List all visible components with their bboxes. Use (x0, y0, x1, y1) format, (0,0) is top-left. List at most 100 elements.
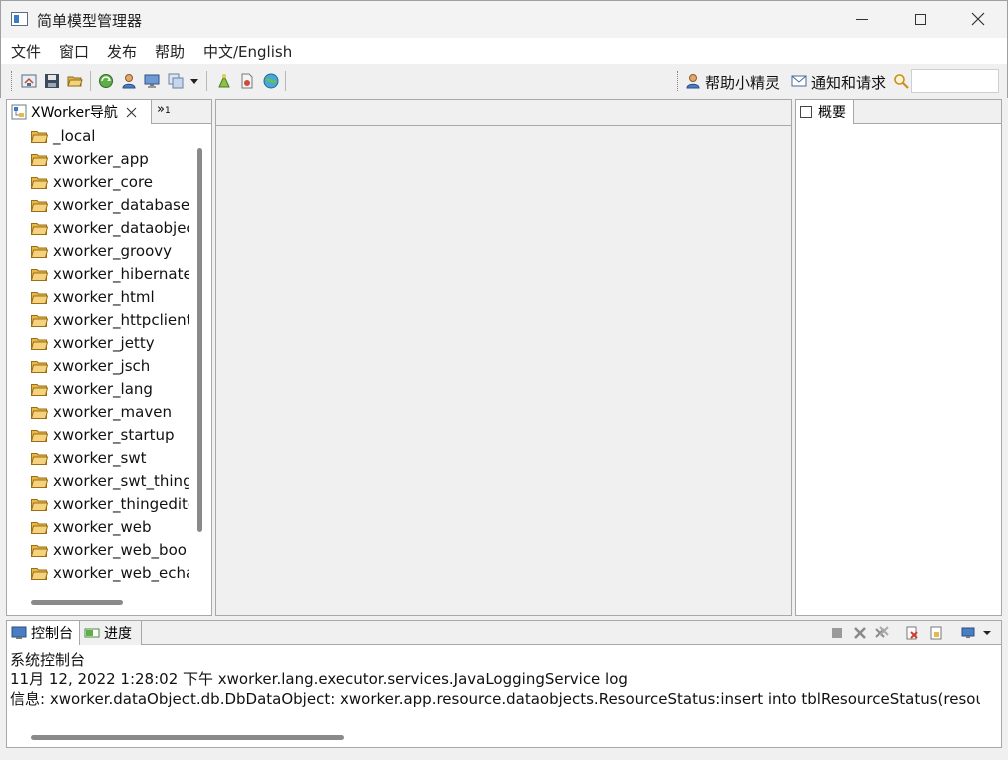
menu-language[interactable]: 中文/English (203, 41, 292, 62)
folder-icon (31, 223, 48, 235)
folder-icon (31, 568, 48, 580)
close-button[interactable] (949, 1, 1007, 37)
user-icon[interactable] (121, 73, 137, 89)
tree-item[interactable]: xworker_maven (7, 401, 189, 424)
document-icon[interactable] (239, 73, 255, 89)
search-input[interactable] (911, 69, 999, 93)
window-title: 简单模型管理器 (37, 12, 143, 30)
tree-item[interactable]: xworker_lang (7, 378, 189, 401)
close-tab-icon[interactable] (126, 107, 137, 118)
tree-item[interactable]: xworker_swt (7, 447, 189, 470)
toolbar-separator (206, 71, 207, 91)
menu-file[interactable]: 文件 (11, 41, 41, 62)
folder-icon (31, 177, 48, 189)
more-views-chevron: » (157, 102, 165, 117)
copy-icon[interactable] (168, 73, 184, 89)
scroll-lock-icon[interactable] (929, 626, 943, 640)
toolbar-grip[interactable] (677, 71, 679, 91)
editor-content[interactable] (216, 125, 791, 615)
folder-icon (31, 361, 48, 373)
refresh-icon[interactable] (98, 73, 114, 89)
tree-item[interactable]: xworker_web_boo (7, 539, 189, 562)
thing-icon[interactable] (216, 73, 232, 89)
tree-item-label: xworker_jsch (53, 357, 151, 375)
mail-icon[interactable] (791, 73, 807, 89)
tree-item[interactable]: xworker_web_echa (7, 562, 189, 585)
folder-icon (31, 315, 48, 327)
tree-item[interactable]: xworker_jetty (7, 332, 189, 355)
folder-icon (31, 499, 48, 511)
console-tab-strip: 控制台 进度 (7, 621, 1001, 645)
folder-icon (31, 292, 48, 304)
folder-icon (31, 476, 48, 488)
tree-item-label: xworker_startup (53, 426, 175, 444)
tree-item-label: xworker_lang (53, 380, 153, 398)
save-icon[interactable] (44, 73, 60, 89)
help-assistant-button[interactable]: 帮助小精灵 (705, 72, 780, 93)
dropdown-icon[interactable] (189, 73, 199, 89)
tab-progress[interactable]: 进度 (80, 621, 142, 645)
tree-item-label: xworker_swt (53, 449, 147, 467)
navigator-icon (11, 104, 27, 120)
console-line: 11月 12, 2022 1:28:02 下午 xworker.lang.exe… (10, 670, 628, 688)
folder-icon (31, 384, 48, 396)
home-icon[interactable] (21, 73, 37, 89)
tree-item-label: _local (53, 127, 96, 145)
tree-item[interactable]: xworker_httpclient (7, 309, 189, 332)
tree-item-label: xworker_swt_thing (53, 472, 189, 490)
tree-item[interactable]: xworker_core (7, 171, 189, 194)
console-pane: 控制台 进度 系统控制台 11月 12, 2022 1:28:02 下午 xwo… (6, 620, 1002, 748)
menu-window[interactable]: 窗口 (59, 41, 89, 62)
monitor-icon[interactable] (144, 73, 160, 89)
navigator-tab-strip: XWorker导航 »1 (7, 100, 211, 124)
menu-publish[interactable]: 发布 (107, 41, 137, 62)
toolbar-grip[interactable] (11, 71, 13, 91)
tree-item[interactable]: xworker_thingedito (7, 493, 189, 516)
overview-pane: 概要 (795, 99, 1002, 616)
tree-item-label: xworker_web_boo (53, 541, 187, 559)
horizontal-scrollbar[interactable] (31, 600, 123, 605)
tree-item[interactable]: xworker_html (7, 286, 189, 309)
remove-icon[interactable] (853, 626, 867, 640)
tree-item[interactable]: xworker_dataobjec (7, 217, 189, 240)
minimize-button[interactable] (833, 1, 891, 37)
tree-item[interactable]: xworker_web (7, 516, 189, 539)
tab-overview[interactable]: 概要 (796, 100, 854, 124)
tab-label: 控制台 (31, 626, 73, 642)
minimize-icon (856, 18, 868, 20)
folder-icon (31, 131, 48, 143)
clear-console-icon[interactable] (905, 626, 919, 640)
close-icon (971, 12, 985, 26)
menu-help[interactable]: 帮助 (155, 41, 185, 62)
folder-icon (31, 430, 48, 442)
more-views-button[interactable]: »1 (157, 102, 171, 117)
maximize-button[interactable] (891, 1, 949, 37)
tab-console[interactable]: 控制台 (7, 621, 80, 645)
tree-item[interactable]: xworker_hibernate (7, 263, 189, 286)
search-icon[interactable] (893, 73, 909, 89)
tree-item[interactable]: xworker_database (7, 194, 189, 217)
tree-item[interactable]: xworker_startup (7, 424, 189, 447)
navigator-tree[interactable]: _local xworker_app xworker_core xworker_dat… (7, 125, 189, 591)
folder-icon (31, 269, 48, 281)
tree-item[interactable]: xworker_jsch (7, 355, 189, 378)
tree-item-label: xworker_web (53, 518, 152, 536)
horizontal-scrollbar[interactable] (31, 735, 344, 740)
help-assistant-icon[interactable] (685, 73, 701, 89)
chevron-down-icon[interactable] (982, 626, 992, 640)
tree-item-label: xworker_app (53, 150, 149, 168)
open-folder-icon[interactable] (67, 73, 83, 89)
globe-icon[interactable] (263, 73, 279, 89)
display-console-icon[interactable] (961, 626, 975, 640)
tree-item[interactable]: xworker_swt_thing (7, 470, 189, 493)
folder-icon (31, 154, 48, 166)
tab-xworker-navigator[interactable]: XWorker导航 (7, 100, 152, 124)
stop-icon[interactable] (830, 626, 844, 640)
tree-item[interactable]: xworker_groovy (7, 240, 189, 263)
tree-item[interactable]: _local (7, 125, 189, 148)
vertical-scrollbar[interactable] (197, 148, 202, 532)
folder-icon (31, 522, 48, 534)
notifications-button[interactable]: 通知和请求 (811, 72, 886, 93)
remove-all-icon[interactable] (875, 626, 889, 640)
tree-item[interactable]: xworker_app (7, 148, 189, 171)
